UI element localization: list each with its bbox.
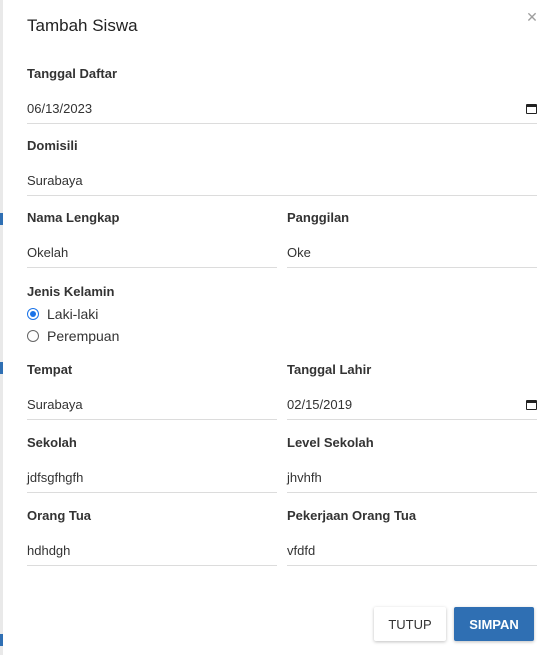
full-name-input[interactable]: Okelah — [27, 238, 277, 268]
school-value: jdfsgfhgfh — [27, 470, 84, 485]
school-level-input[interactable]: jhvhfh — [287, 463, 537, 493]
close-button[interactable]: TUTUP — [374, 607, 446, 641]
birthplace-field: Tempat Surabaya — [27, 362, 277, 420]
domicile-label: Domisili — [27, 138, 78, 153]
parent-input[interactable]: hdhdgh — [27, 536, 277, 566]
parent-occupation-field: Pekerjaan Orang Tua vfdfd — [287, 508, 537, 566]
registration-date-value: 06/13/2023 — [27, 101, 93, 116]
registration-date-field: Tanggal Daftar 06/13/2023 — [27, 66, 537, 124]
birthdate-value: 02/15/2019 — [287, 397, 353, 412]
nickname-field: Panggilan Oke — [287, 210, 537, 268]
parent-value: hdhdgh — [27, 543, 71, 558]
radio-button[interactable] — [27, 330, 39, 342]
dialog-title: Tambah Siswa — [27, 16, 138, 35]
gender-option-male[interactable]: Laki-laki — [27, 305, 277, 323]
gender-option-label: Perempuan — [47, 328, 120, 344]
domicile-value: Surabaya — [27, 173, 83, 188]
birthdate-field: Tanggal Lahir 02/15/2019 — [287, 362, 537, 420]
add-student-dialog: Tambah Siswa ✕ Tanggal Daftar 06/13/2023… — [3, 0, 548, 655]
registration-date-label: Tanggal Daftar — [27, 66, 118, 81]
calendar-icon[interactable] — [526, 103, 537, 114]
nickname-value: Oke — [287, 245, 311, 260]
birthdate-label: Tanggal Lahir — [287, 362, 372, 377]
school-input[interactable]: jdfsgfhgfh — [27, 463, 277, 493]
domicile-field: Domisili Surabaya — [27, 138, 537, 196]
parent-field: Orang Tua hdhdgh — [27, 508, 277, 566]
birthplace-value: Surabaya — [27, 397, 83, 412]
gender-field: Jenis Kelamin Laki-laki Perempuan — [27, 284, 277, 345]
birthdate-input[interactable]: 02/15/2019 — [287, 390, 537, 420]
parent-occupation-input[interactable]: vfdfd — [287, 536, 537, 566]
save-button[interactable]: SIMPAN — [454, 607, 534, 641]
nickname-label: Panggilan — [287, 210, 350, 225]
parent-occupation-value: vfdfd — [287, 543, 316, 558]
gender-option-female[interactable]: Perempuan — [27, 327, 277, 345]
full-name-value: Okelah — [27, 245, 69, 260]
birthplace-label: Tempat — [27, 362, 73, 377]
school-label: Sekolah — [27, 435, 77, 450]
close-icon[interactable]: ✕ — [525, 10, 539, 24]
birthplace-input[interactable]: Surabaya — [27, 390, 277, 420]
school-level-field: Level Sekolah jhvhfh — [287, 435, 537, 493]
school-field: Sekolah jdfsgfhgfh — [27, 435, 277, 493]
full-name-field: Nama Lengkap Okelah — [27, 210, 277, 268]
full-name-label: Nama Lengkap — [27, 210, 120, 225]
calendar-icon[interactable] — [526, 399, 537, 410]
domicile-input[interactable]: Surabaya — [27, 166, 537, 196]
parent-occupation-label: Pekerjaan Orang Tua — [287, 508, 417, 523]
gender-option-label: Laki-laki — [47, 306, 99, 322]
registration-date-input[interactable]: 06/13/2023 — [27, 94, 537, 124]
radio-button-checked[interactable] — [27, 308, 39, 320]
school-level-value: jhvhfh — [287, 470, 322, 485]
school-level-label: Level Sekolah — [287, 435, 374, 450]
gender-label: Jenis Kelamin — [27, 284, 115, 299]
parent-label: Orang Tua — [27, 508, 92, 523]
nickname-input[interactable]: Oke — [287, 238, 537, 268]
